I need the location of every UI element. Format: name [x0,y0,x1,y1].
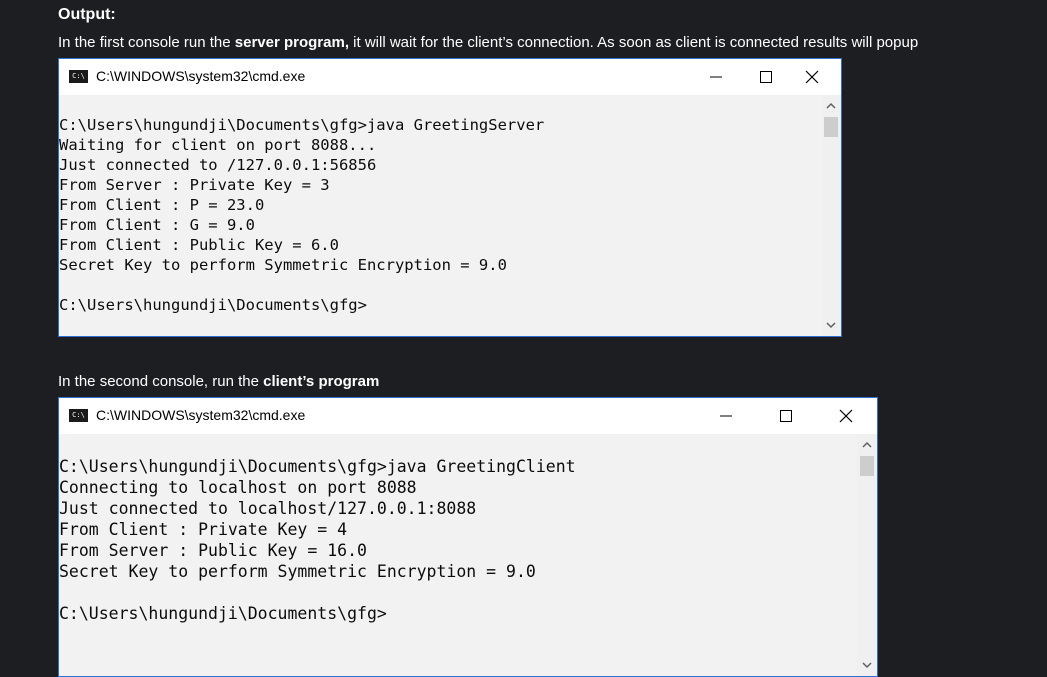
console-line: Secret Key to perform Symmetric Encrypti… [59,256,507,274]
chevron-down-icon[interactable] [824,318,838,332]
console-line: Just connected to localhost/127.0.0.1:80… [59,499,477,518]
minimize-button[interactable] [703,398,749,434]
scroll-thumb[interactable] [860,456,874,476]
client-window-title: C:\WINDOWS\system32\cmd.exe [96,407,306,423]
console-line: Just connected to /127.0.0.1:56856 [59,156,377,174]
instruction-server-bold: server program, [234,34,349,51]
close-button[interactable] [789,59,835,95]
console-line: From Server : Private Key = 3 [59,176,330,194]
console-line: From Client : Public Key = 6.0 [59,236,339,254]
output-heading: Output: [58,6,116,23]
server-window-title: C:\WINDOWS\system32\cmd.exe [96,68,306,84]
cmd-icon: C:\ [69,409,88,422]
console-line: Waiting for client on port 8088... [59,136,377,154]
maximize-icon [780,410,792,422]
scroll-thumb[interactable] [824,117,838,137]
client-console-window[interactable]: C:\ C:\WINDOWS\system32\cmd.exe C:\Users… [58,397,878,677]
server-window-titlebar[interactable]: C:\ C:\WINDOWS\system32\cmd.exe [59,59,841,95]
chevron-down-icon[interactable] [860,658,874,672]
console-line: From Server : Public Key = 16.0 [59,541,367,560]
close-icon [805,70,819,84]
instruction-client-bold: client’s program [263,373,380,390]
instruction-client-pre: In the second console, run the [58,373,264,390]
server-console-output[interactable]: C:\Users\hungundji\Documents\gfg>java Gr… [59,95,821,336]
console-line: Connecting to localhost on port 8088 [59,478,417,497]
server-scrollbar[interactable] [821,95,841,336]
maximize-button[interactable] [763,398,809,434]
cmd-icon: C:\ [69,70,88,83]
close-button[interactable] [823,398,869,434]
console-line: Secret Key to perform Symmetric Encrypti… [59,562,536,581]
console-line: C:\Users\hungundji\Documents\gfg>java Gr… [59,457,576,476]
maximize-button[interactable] [743,59,789,95]
console-line: C:\Users\hungundji\Documents\gfg> [59,296,367,314]
client-scrollbar[interactable] [857,434,877,676]
chevron-up-icon[interactable] [860,438,874,452]
maximize-icon [760,71,772,83]
chevron-up-icon[interactable] [824,99,838,113]
console-line: From Client : G = 9.0 [59,216,255,234]
instruction-server: In the first console run the server prog… [58,34,918,51]
minimize-icon [720,415,732,417]
close-icon [839,409,853,423]
instruction-server-pre: In the first console run the [58,34,235,51]
console-line: C:\Users\hungundji\Documents\gfg>java Gr… [59,116,545,134]
client-console-output[interactable]: C:\Users\hungundji\Documents\gfg>java Gr… [59,434,857,676]
console-line: From Client : Private Key = 4 [59,520,348,539]
server-console-window[interactable]: C:\ C:\WINDOWS\system32\cmd.exe C:\Users… [58,58,842,337]
instruction-server-post: it will wait for the client’s connection… [349,34,919,51]
minimize-button[interactable] [693,59,739,95]
console-line: C:\Users\hungundji\Documents\gfg> [59,604,387,623]
minimize-icon [710,76,722,78]
instruction-client: In the second console, run the client’s … [58,373,379,390]
client-window-titlebar[interactable]: C:\ C:\WINDOWS\system32\cmd.exe [59,398,877,434]
console-line: From Client : P = 23.0 [59,196,265,214]
